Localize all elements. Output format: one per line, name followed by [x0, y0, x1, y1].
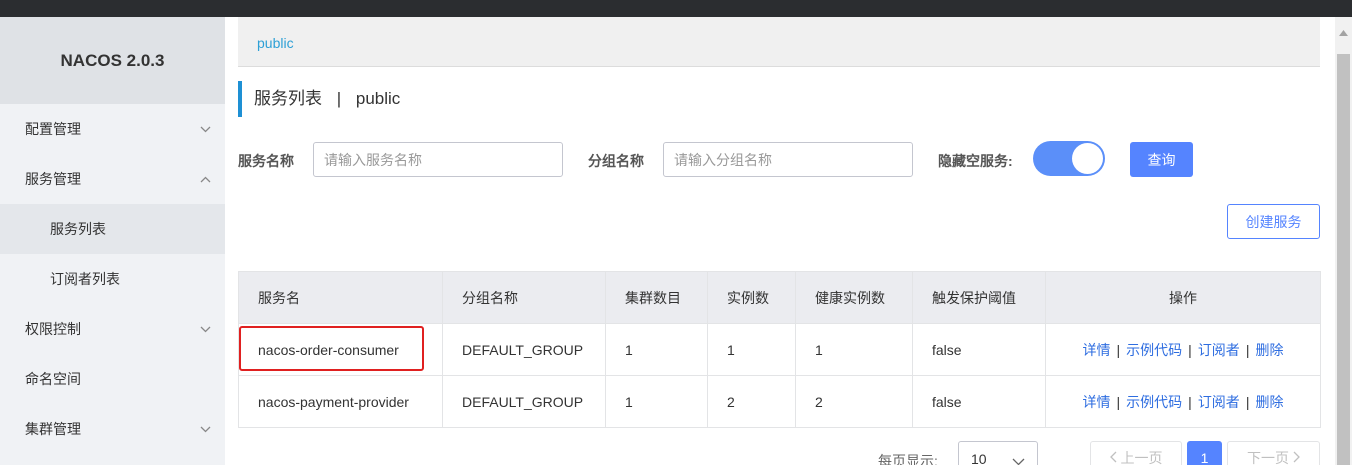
- create-service-button[interactable]: 创建服务: [1227, 204, 1320, 239]
- chevron-left-icon: [1109, 450, 1117, 465]
- sidebar-item-label: 订阅者列表: [50, 271, 120, 287]
- action-separator: |: [1245, 393, 1250, 410]
- sidebar-item-access-control[interactable]: 权限控制: [0, 304, 225, 354]
- cell-instance-count: 1: [707, 323, 796, 376]
- delete-link[interactable]: 删除: [1255, 394, 1283, 410]
- column-header-healthy-instance-count: 健康实例数: [795, 271, 913, 324]
- cell-group-name: DEFAULT_GROUP: [442, 375, 606, 428]
- page-button-current[interactable]: 1: [1187, 441, 1222, 465]
- column-header-protect-threshold: 触发保护阈值: [912, 271, 1046, 324]
- chevron-down-icon: [199, 304, 211, 354]
- column-header-instance-count: 实例数: [707, 271, 796, 324]
- prev-page-button[interactable]: 上一页: [1090, 441, 1182, 465]
- per-page-value: 10: [971, 451, 987, 465]
- per-page-label: 每页显示:: [878, 453, 938, 465]
- chevron-up-icon: [199, 154, 211, 204]
- sidebar: NACOS 2.0.3 配置管理 服务管理 服务列表 订阅者列表 权限控制 命名…: [0, 17, 225, 465]
- hide-empty-services-label: 隐藏空服务:: [938, 153, 1013, 169]
- cell-instance-count: 2: [707, 375, 796, 428]
- sidebar-item-label: 配置管理: [25, 121, 81, 137]
- cell-service-name: nacos-payment-provider: [238, 375, 443, 428]
- cell-group-name: DEFAULT_GROUP: [442, 323, 606, 376]
- service-name-input[interactable]: [313, 142, 563, 177]
- service-name-label: 服务名称: [238, 153, 294, 169]
- table-header-row: 服务名 分组名称 集群数目 实例数 健康实例数 触发保护阈值 操作: [238, 271, 1321, 324]
- sidebar-item-label: 集群管理: [25, 421, 81, 437]
- toggle-knob: [1072, 143, 1103, 174]
- detail-link[interactable]: 详情: [1083, 394, 1111, 410]
- cell-protect-threshold: false: [912, 375, 1046, 428]
- subscribers-link[interactable]: 订阅者: [1198, 342, 1240, 358]
- sample-code-link[interactable]: 示例代码: [1126, 394, 1182, 410]
- sidebar-item-label: 权限控制: [25, 321, 81, 337]
- cell-protect-threshold: false: [912, 323, 1046, 376]
- sidebar-item-label: 服务列表: [50, 221, 106, 237]
- action-separator: |: [1245, 341, 1250, 358]
- page-title-namespace: public: [355, 89, 401, 108]
- service-table: 服务名 分组名称 集群数目 实例数 健康实例数 触发保护阈值 操作 nacos-…: [238, 271, 1321, 428]
- action-separator: |: [1188, 393, 1192, 410]
- cell-operations: 详情 | 示例代码 | 订阅者 | 删除: [1045, 323, 1321, 376]
- window-top-bar: [0, 0, 1352, 17]
- group-name-input[interactable]: [663, 142, 913, 177]
- sidebar-item-config-management[interactable]: 配置管理: [0, 104, 225, 154]
- column-header-service-name: 服务名: [238, 271, 443, 324]
- cell-cluster-count: 1: [605, 375, 708, 428]
- scrollbar-thumb[interactable]: [1337, 54, 1350, 465]
- page-title-separator: |: [336, 89, 342, 108]
- prev-page-label: 上一页: [1120, 450, 1163, 465]
- page-title-text: 服务列表: [254, 89, 322, 108]
- breadcrumb: public: [238, 17, 1320, 67]
- vertical-scrollbar[interactable]: [1335, 17, 1352, 465]
- next-page-button[interactable]: 下一页: [1227, 441, 1320, 465]
- action-separator: |: [1188, 341, 1192, 358]
- cell-healthy-count: 1: [795, 323, 913, 376]
- group-name-label: 分组名称: [588, 153, 644, 169]
- action-separator: |: [1116, 341, 1121, 358]
- sample-code-link[interactable]: 示例代码: [1126, 342, 1182, 358]
- sidebar-item-namespace[interactable]: 命名空间: [0, 354, 225, 404]
- sidebar-item-label: 命名空间: [25, 371, 81, 387]
- next-page-label: 下一页: [1247, 450, 1289, 465]
- chevron-right-icon: [1293, 450, 1300, 465]
- table-row: nacos-order-consumer DEFAULT_GROUP 1 1 1…: [238, 323, 1321, 376]
- delete-link[interactable]: 删除: [1255, 342, 1283, 358]
- chevron-down-icon: [199, 404, 211, 454]
- cell-cluster-count: 1: [605, 323, 708, 376]
- cell-operations: 详情 | 示例代码 | 订阅者 | 删除: [1045, 375, 1321, 428]
- cell-service-name: nacos-order-consumer: [238, 323, 443, 376]
- column-header-cluster-count: 集群数目: [605, 271, 708, 324]
- detail-link[interactable]: 详情: [1083, 342, 1111, 358]
- sidebar-item-service-management[interactable]: 服务管理: [0, 154, 225, 204]
- main-content: public 服务列表 | public 服务名称 分组名称 隐藏空服务: 查询…: [225, 17, 1335, 465]
- cell-healthy-count: 2: [795, 375, 913, 428]
- chevron-down-icon: [1012, 453, 1025, 465]
- table-row: nacos-payment-provider DEFAULT_GROUP 1 2…: [238, 375, 1321, 428]
- action-separator: |: [1116, 393, 1121, 410]
- per-page-select[interactable]: 10: [958, 441, 1038, 465]
- breadcrumb-namespace-link[interactable]: public: [257, 35, 294, 51]
- column-header-operations: 操作: [1045, 271, 1321, 324]
- sidebar-item-label: 服务管理: [25, 171, 81, 187]
- column-header-group-name: 分组名称: [442, 271, 606, 324]
- query-button[interactable]: 查询: [1130, 142, 1193, 177]
- sidebar-item-cluster-management[interactable]: 集群管理: [0, 404, 225, 454]
- sidebar-item-service-list[interactable]: 服务列表: [0, 204, 225, 254]
- page-title: 服务列表 | public: [238, 81, 400, 117]
- brand-logo: NACOS 2.0.3: [0, 17, 225, 104]
- sidebar-item-subscriber-list[interactable]: 订阅者列表: [0, 254, 225, 304]
- chevron-down-icon: [199, 104, 211, 154]
- subscribers-link[interactable]: 订阅者: [1198, 394, 1240, 410]
- hide-empty-services-toggle[interactable]: [1033, 141, 1105, 176]
- scroll-up-arrow-icon[interactable]: [1339, 23, 1348, 39]
